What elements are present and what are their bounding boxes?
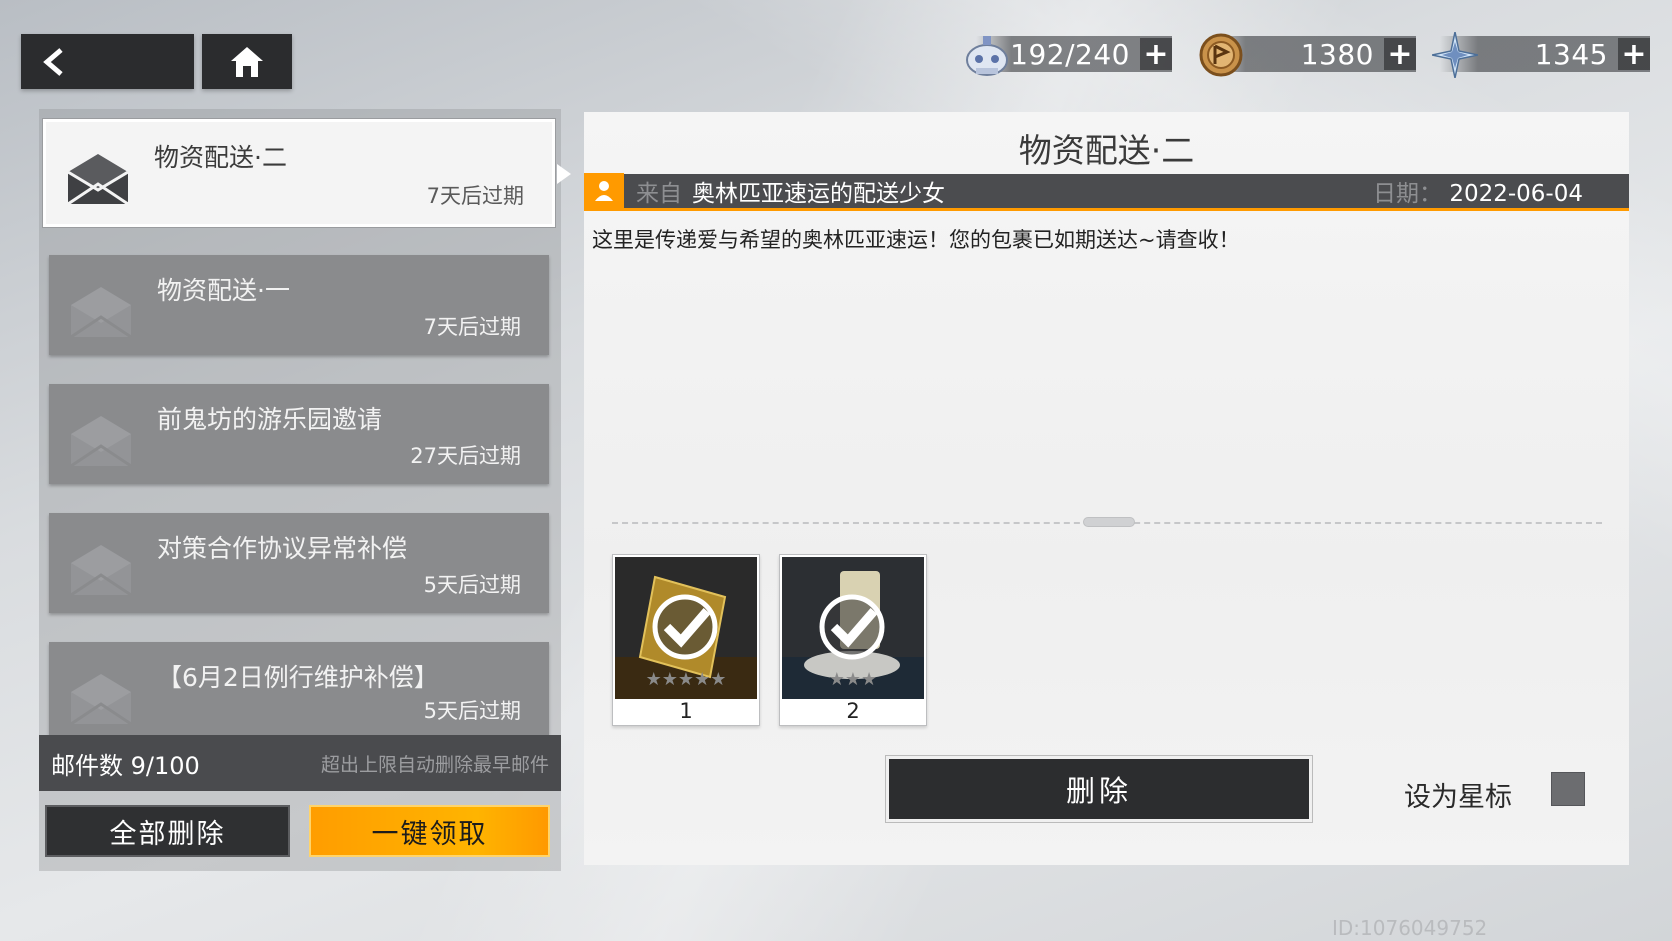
envelope-icon — [70, 287, 132, 339]
crystal-add-button[interactable]: + — [1618, 37, 1650, 72]
date-field: 日期： 2022-06-04 — [1373, 174, 1583, 208]
mail-item[interactable]: 【6月2日例行维护补偿】 5天后过期 — [49, 642, 549, 735]
mail-title: 对策合作协议异常补偿 — [157, 534, 408, 563]
bottle-item-icon: ★★★ — [782, 557, 924, 699]
stamina-add-button[interactable]: + — [1140, 37, 1172, 72]
mail-expire: 27天后过期 — [410, 444, 521, 468]
star-checkbox[interactable] — [1551, 772, 1585, 806]
mail-count-bar: 邮件数 9/100 超出上限自动删除最早邮件 — [39, 735, 561, 791]
robot-stamina-icon — [966, 36, 1008, 76]
stamina-value: 192/240 — [1010, 37, 1130, 71]
claim-all-button[interactable]: 一键领取 — [309, 805, 550, 857]
coin-icon — [1199, 33, 1243, 77]
gold-ticket-item-icon: ★★★★★ — [615, 557, 757, 699]
back-arrow-icon — [43, 47, 63, 76]
home-icon — [231, 46, 263, 77]
coin-value: 1380 — [1300, 37, 1374, 71]
sender-name: 奥林匹亚速运的配送少女 — [692, 181, 945, 207]
mail-title: 物资配送·二 — [154, 143, 287, 172]
mail-limit-hint: 超出上限自动删除最早邮件 — [320, 753, 549, 776]
mail-count: 邮件数 9/100 — [51, 751, 200, 780]
delete-button[interactable]: 删除 — [886, 756, 1312, 822]
mail-title: 物资配送·一 — [157, 276, 290, 305]
attachment-item[interactable]: ★★★★★ 1 — [612, 554, 760, 726]
mail-list-panel: 物资配送·二 7天后过期 物资配送·一 7天后过期 前鬼坊的游乐园邀请 27天后… — [39, 109, 561, 871]
envelope-icon — [70, 416, 132, 468]
mail-expire: 5天后过期 — [423, 573, 521, 597]
star-label: 设为星标 — [1404, 782, 1512, 813]
back-button[interactable] — [21, 34, 194, 89]
svg-text:★★★★★: ★★★★★ — [646, 669, 727, 690]
mail-item[interactable]: 对策合作协议异常补偿 5天后过期 — [49, 513, 549, 613]
from-label: 来自 — [636, 181, 682, 207]
mail-expire: 5天后过期 — [423, 699, 521, 723]
svg-text:★★★: ★★★ — [829, 669, 877, 690]
mail-body: 这里是传递爱与希望的奥林匹亚速运！您的包裹已如期送达~请查收！ — [592, 228, 1240, 252]
mail-item-selected[interactable]: 物资配送·二 7天后过期 — [43, 119, 555, 227]
mail-detail-panel: 物资配送·二 来自 奥林匹亚速运的配送少女 日期： 2022-06-04 这里是… — [584, 112, 1629, 865]
envelope-icon — [70, 674, 132, 726]
home-button[interactable] — [202, 34, 292, 89]
attachment-qty: 2 — [846, 699, 860, 723]
star-crystal-icon — [1432, 32, 1478, 78]
attachment-item[interactable]: ★★★ 2 — [779, 554, 927, 726]
divider-knob — [1083, 517, 1135, 527]
selected-pointer — [557, 164, 571, 184]
mail-title: 前鬼坊的游乐园邀请 — [157, 405, 383, 434]
mail-item[interactable]: 物资配送·一 7天后过期 — [49, 255, 549, 355]
delete-all-button[interactable]: 全部删除 — [45, 805, 290, 857]
envelope-icon — [70, 545, 132, 597]
user-id: ID:1076049752 — [1332, 916, 1488, 940]
crystal-value: 1345 — [1534, 37, 1608, 71]
detail-title: 物资配送·二 — [1018, 131, 1195, 170]
mail-expire: 7天后过期 — [426, 184, 524, 208]
sender-badge — [584, 172, 624, 210]
date-value: 2022-06-04 — [1449, 181, 1583, 207]
attachment-qty: 1 — [679, 699, 693, 723]
person-pin-icon — [595, 181, 613, 201]
mail-expire: 7天后过期 — [423, 315, 521, 339]
date-label: 日期： — [1373, 181, 1443, 207]
mail-item[interactable]: 前鬼坊的游乐园邀请 27天后过期 — [49, 384, 549, 484]
sender-bar: 来自 奥林匹亚速运的配送少女 日期： 2022-06-04 — [584, 172, 1629, 211]
mail-title: 【6月2日例行维护补偿】 — [157, 663, 439, 692]
open-envelope-icon — [67, 154, 129, 206]
coin-add-button[interactable]: + — [1384, 37, 1416, 72]
